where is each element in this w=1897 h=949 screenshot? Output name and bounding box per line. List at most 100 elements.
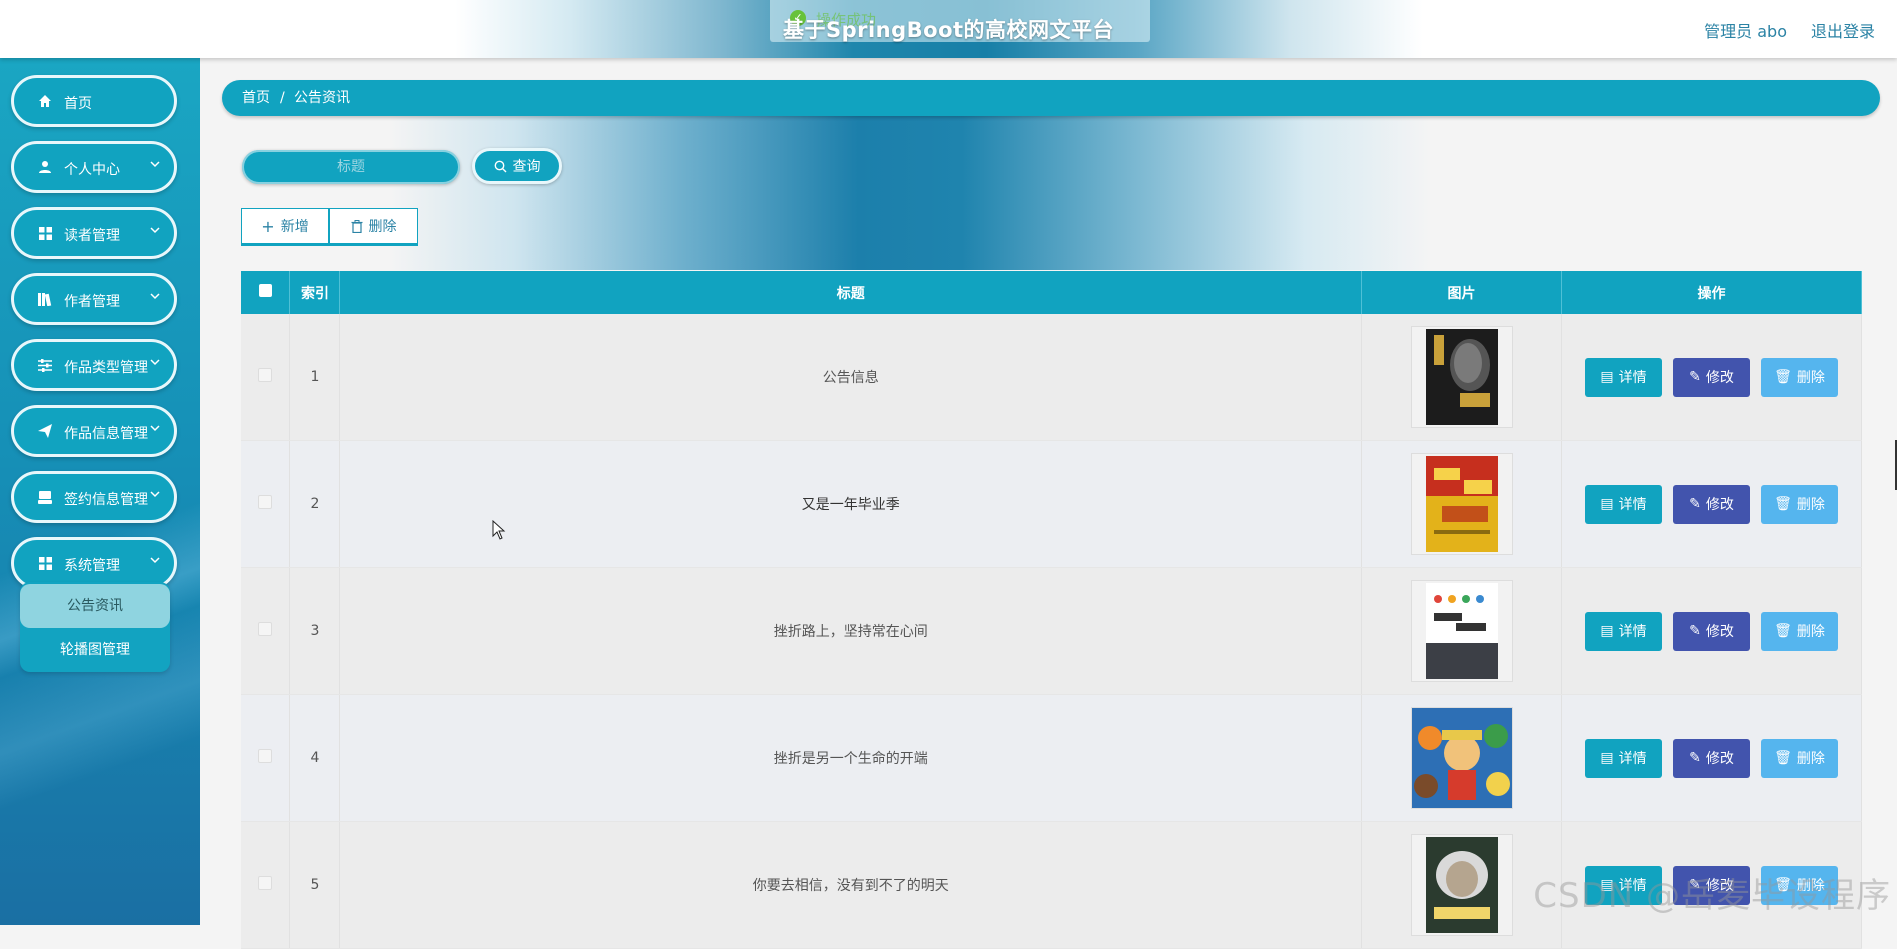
add-button[interactable]: + 新增: [241, 208, 329, 246]
plus-icon: +: [261, 216, 275, 236]
search-icon: [494, 160, 506, 172]
detail-button[interactable]: ▤ 详情: [1585, 738, 1662, 778]
row-title: 挫折是另一个生命的开端: [339, 694, 1363, 822]
grid-icon: [37, 555, 53, 571]
mouse-cursor-icon: [492, 520, 506, 540]
submenu-item-announcements[interactable]: 公告资讯: [20, 584, 170, 628]
row-checkbox[interactable]: [258, 495, 273, 509]
edit-button[interactable]: ✎ 修改: [1673, 738, 1750, 778]
top-header: ✓ 操作成功 基于SpringBoot的高校网文平台 管理员 abo 退出登录: [0, 0, 1897, 58]
submenu-item-carousel-management[interactable]: 轮播图管理: [20, 628, 170, 672]
detail-button[interactable]: ▤ 详情: [1585, 357, 1662, 397]
row-index: 1: [289, 314, 341, 441]
edit-button[interactable]: ✎ 修改: [1673, 484, 1750, 524]
breadcrumb-home[interactable]: 首页: [242, 80, 270, 116]
sidebar-item-home[interactable]: 首页: [11, 75, 177, 127]
trash-icon: 🗑: [1774, 623, 1792, 639]
detail-button[interactable]: ▤ 详情: [1585, 484, 1662, 524]
sidebar-item-work-info-management[interactable]: 作品信息管理: [11, 405, 177, 457]
books-icon: [37, 291, 53, 307]
row-title: 又是一年毕业季: [339, 440, 1363, 568]
delete-button[interactable]: 🗑 删除: [1761, 611, 1838, 651]
table-header-row: 索引 标题 图片 操作: [241, 271, 1862, 314]
table-row: 3 挫折路上，坚持常在心间 ▤ 详情 ✎ 修改 🗑 删除: [241, 567, 1862, 695]
chevron-down-icon: [150, 425, 160, 432]
row-title: 挫折路上，坚持常在心间: [339, 567, 1363, 695]
app-title: 基于SpringBoot的高校网文平台: [782, 18, 1115, 42]
system-submenu: 公告资讯 轮播图管理: [20, 582, 170, 672]
document-icon: ▤: [1600, 750, 1614, 766]
sidebar-item-reader-management[interactable]: 读者管理: [11, 207, 177, 259]
breadcrumb: 首页 / 公告资讯: [222, 80, 1880, 116]
delete-button[interactable]: 🗑 删除: [1761, 484, 1838, 524]
sidebar-item-label: 作者管理: [64, 294, 120, 310]
document-icon: ▤: [1600, 496, 1614, 512]
delete-button[interactable]: 🗑 删除: [1761, 357, 1838, 397]
home-icon: [37, 93, 53, 109]
stack-icon: [37, 489, 53, 505]
edit-button[interactable]: ✎ 修改: [1673, 611, 1750, 651]
delete-button[interactable]: 🗑 删除: [1761, 738, 1838, 778]
row-index: 3: [289, 567, 341, 695]
pencil-icon: ✎: [1689, 496, 1701, 512]
sidebar: 首页 个人中心 读者管理 作者管理 作品类型管理 作品信息管理 签约信息管理 系…: [0, 58, 200, 925]
sidebar-item-label: 个人中心: [64, 162, 120, 178]
detail-button[interactable]: ▤ 详情: [1585, 611, 1662, 651]
row-checkbox[interactable]: [258, 749, 273, 763]
row-index: 4: [289, 694, 341, 822]
row-checkbox[interactable]: [258, 622, 273, 636]
chevron-down-icon: [150, 227, 160, 234]
search-button-label: 查询: [512, 159, 541, 175]
chevron-down-icon: [150, 491, 160, 498]
sidebar-item-label: 首页: [64, 96, 92, 112]
document-icon: ▤: [1600, 369, 1614, 385]
sidebar-item-label: 读者管理: [64, 228, 120, 244]
user-icon: [37, 159, 53, 175]
edit-button[interactable]: ✎ 修改: [1673, 357, 1750, 397]
column-header-index: 索引: [289, 271, 341, 314]
book-cover-image: [1410, 326, 1513, 428]
batch-delete-button[interactable]: 删除: [329, 208, 418, 246]
sidebar-item-label: 系统管理: [64, 558, 120, 574]
table-row: 1 公告信息 ▤ 详情 ✎ 修改 🗑 删除: [241, 314, 1862, 441]
column-header-image: 图片: [1361, 271, 1562, 314]
sidebar-item-work-type-management[interactable]: 作品类型管理: [11, 339, 177, 391]
pencil-icon: ✎: [1689, 750, 1701, 766]
chevron-down-icon: [150, 161, 160, 168]
delete-button-label: 删除: [368, 219, 397, 235]
add-button-label: 新增: [280, 219, 309, 235]
search-button[interactable]: 查询: [472, 148, 562, 184]
chevron-down-icon: [150, 293, 160, 300]
trash-icon: 🗑: [1774, 496, 1792, 512]
current-user-label: 管理员 abo: [1704, 22, 1787, 41]
book-cover-image: [1410, 580, 1513, 682]
watermark: CSDN @岳麦毕设程序: [1533, 876, 1891, 916]
sidebar-item-author-management[interactable]: 作者管理: [11, 273, 177, 325]
sliders-icon: [37, 357, 53, 373]
breadcrumb-separator: /: [280, 90, 285, 106]
document-icon: ▤: [1600, 623, 1614, 639]
select-all-cell[interactable]: [241, 271, 291, 314]
announcement-table: 索引 标题 图片 操作 1 公告信息 ▤ 详情 ✎ 修改 🗑 删除 2 又是一年…: [241, 271, 1862, 949]
sidebar-item-personal-center[interactable]: 个人中心: [11, 141, 177, 193]
sidebar-item-label: 作品信息管理: [64, 426, 148, 442]
pencil-icon: ✎: [1689, 369, 1701, 385]
title-search-input[interactable]: [242, 150, 460, 184]
grid-icon: [37, 225, 53, 241]
trash-icon: [351, 219, 362, 233]
book-cover-image: [1410, 834, 1513, 936]
sidebar-item-label: 作品类型管理: [64, 360, 148, 376]
sidebar-item-contract-management[interactable]: 签约信息管理: [11, 471, 177, 523]
column-header-ops: 操作: [1561, 271, 1862, 314]
row-index: 5: [289, 821, 341, 949]
logout-link[interactable]: 退出登录: [1811, 18, 1875, 42]
chevron-down-icon: [150, 359, 160, 366]
table-row: 4 挫折是另一个生命的开端 ▤ 详情 ✎ 修改 🗑 删除: [241, 694, 1862, 822]
row-index: 2: [289, 440, 341, 568]
row-checkbox[interactable]: [258, 368, 273, 382]
breadcrumb-current: 公告资讯: [294, 90, 350, 106]
row-checkbox[interactable]: [258, 876, 273, 890]
select-all-checkbox[interactable]: [258, 284, 272, 297]
column-header-title: 标题: [339, 271, 1363, 314]
trash-icon: 🗑: [1774, 369, 1792, 385]
